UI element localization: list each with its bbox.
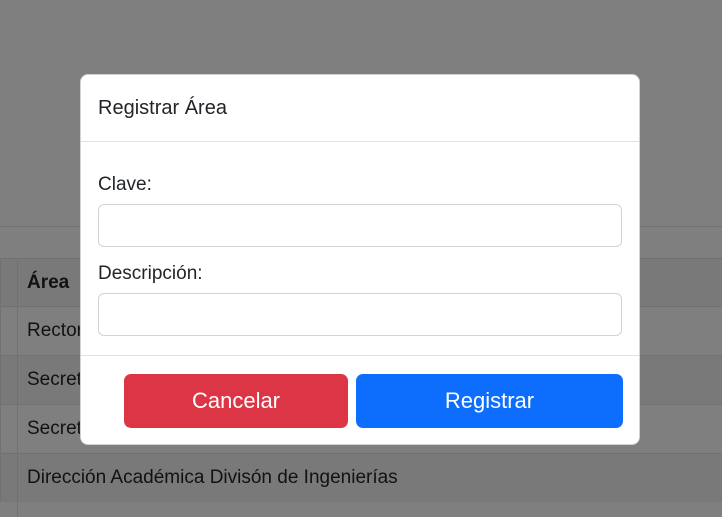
descripcion-label: Descripción: xyxy=(98,263,203,284)
clave-group: Clave: xyxy=(98,172,622,247)
cancel-button[interactable]: Cancelar xyxy=(124,374,348,428)
descripcion-group: Descripción: xyxy=(98,261,622,336)
descripcion-input[interactable] xyxy=(98,293,622,336)
register-button[interactable]: Registrar xyxy=(356,374,623,428)
modal-footer: Cancelar Registrar xyxy=(81,355,639,444)
clave-input[interactable] xyxy=(98,204,622,247)
modal-header: Registrar Área xyxy=(81,75,639,142)
modal-body: Clave: Descripción: xyxy=(81,142,639,355)
clave-label: Clave: xyxy=(98,174,152,195)
register-area-modal: Registrar Área Clave: Descripción: Cance… xyxy=(80,74,640,445)
modal-title: Registrar Área xyxy=(98,96,227,119)
